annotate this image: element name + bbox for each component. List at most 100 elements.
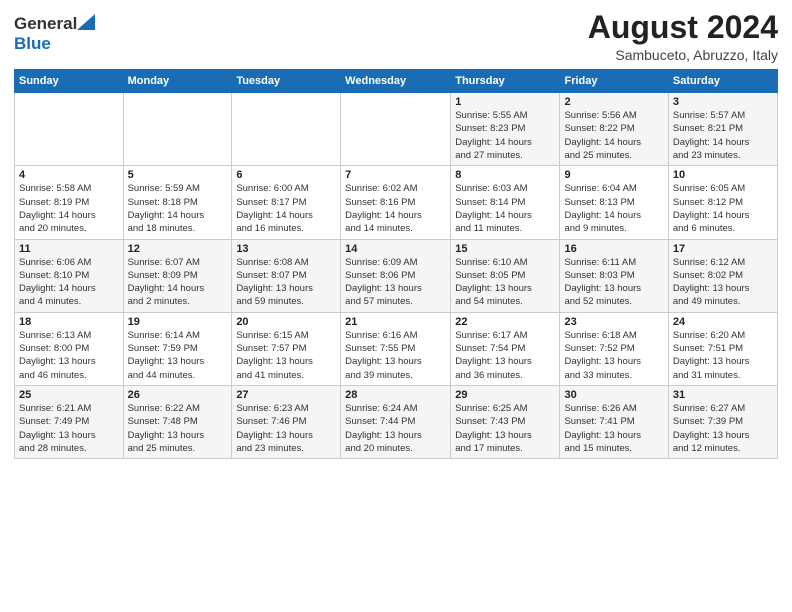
day-info: Sunrise: 6:10 AM Sunset: 8:05 PM Dayligh…	[455, 256, 555, 309]
calendar-cell: 4Sunrise: 5:58 AM Sunset: 8:19 PM Daylig…	[15, 166, 124, 239]
calendar-cell: 5Sunrise: 5:59 AM Sunset: 8:18 PM Daylig…	[123, 166, 232, 239]
calendar-week-row: 25Sunrise: 6:21 AM Sunset: 7:49 PM Dayli…	[15, 385, 778, 458]
day-header-thursday: Thursday	[451, 70, 560, 93]
day-info: Sunrise: 6:03 AM Sunset: 8:14 PM Dayligh…	[455, 182, 555, 235]
day-header-sunday: Sunday	[15, 70, 124, 93]
calendar-cell: 3Sunrise: 5:57 AM Sunset: 8:21 PM Daylig…	[668, 93, 777, 166]
day-header-tuesday: Tuesday	[232, 70, 341, 93]
day-info: Sunrise: 6:25 AM Sunset: 7:43 PM Dayligh…	[455, 402, 555, 455]
calendar-cell: 14Sunrise: 6:09 AM Sunset: 8:06 PM Dayli…	[341, 239, 451, 312]
day-info: Sunrise: 6:26 AM Sunset: 7:41 PM Dayligh…	[564, 402, 663, 455]
calendar-cell: 30Sunrise: 6:26 AM Sunset: 7:41 PM Dayli…	[560, 385, 668, 458]
day-info: Sunrise: 6:02 AM Sunset: 8:16 PM Dayligh…	[345, 182, 446, 235]
day-number: 16	[564, 243, 663, 255]
day-info: Sunrise: 6:27 AM Sunset: 7:39 PM Dayligh…	[673, 402, 773, 455]
calendar-cell: 2Sunrise: 5:56 AM Sunset: 8:22 PM Daylig…	[560, 93, 668, 166]
day-info: Sunrise: 6:09 AM Sunset: 8:06 PM Dayligh…	[345, 256, 446, 309]
title-block: August 2024 Sambuceto, Abruzzo, Italy	[588, 10, 778, 63]
day-info: Sunrise: 6:07 AM Sunset: 8:09 PM Dayligh…	[128, 256, 228, 309]
calendar-cell: 10Sunrise: 6:05 AM Sunset: 8:12 PM Dayli…	[668, 166, 777, 239]
day-header-monday: Monday	[123, 70, 232, 93]
day-number: 22	[455, 316, 555, 328]
day-info: Sunrise: 6:06 AM Sunset: 8:10 PM Dayligh…	[19, 256, 119, 309]
day-number: 28	[345, 389, 446, 401]
day-number: 29	[455, 389, 555, 401]
day-number: 7	[345, 169, 446, 181]
calendar-cell: 20Sunrise: 6:15 AM Sunset: 7:57 PM Dayli…	[232, 312, 341, 385]
day-info: Sunrise: 6:15 AM Sunset: 7:57 PM Dayligh…	[236, 329, 336, 382]
calendar-cell: 31Sunrise: 6:27 AM Sunset: 7:39 PM Dayli…	[668, 385, 777, 458]
logo: General Blue	[14, 14, 95, 53]
day-number: 18	[19, 316, 119, 328]
logo-icon	[77, 14, 95, 30]
logo-general: General	[14, 14, 77, 33]
calendar-cell: 7Sunrise: 6:02 AM Sunset: 8:16 PM Daylig…	[341, 166, 451, 239]
calendar-cell: 23Sunrise: 6:18 AM Sunset: 7:52 PM Dayli…	[560, 312, 668, 385]
calendar-cell: 26Sunrise: 6:22 AM Sunset: 7:48 PM Dayli…	[123, 385, 232, 458]
day-number: 5	[128, 169, 228, 181]
calendar-cell	[123, 93, 232, 166]
day-number: 15	[455, 243, 555, 255]
calendar-cell	[341, 93, 451, 166]
day-header-friday: Friday	[560, 70, 668, 93]
calendar-cell: 24Sunrise: 6:20 AM Sunset: 7:51 PM Dayli…	[668, 312, 777, 385]
calendar-cell: 1Sunrise: 5:55 AM Sunset: 8:23 PM Daylig…	[451, 93, 560, 166]
day-number: 12	[128, 243, 228, 255]
day-info: Sunrise: 6:05 AM Sunset: 8:12 PM Dayligh…	[673, 182, 773, 235]
day-info: Sunrise: 5:56 AM Sunset: 8:22 PM Dayligh…	[564, 109, 663, 162]
day-info: Sunrise: 6:18 AM Sunset: 7:52 PM Dayligh…	[564, 329, 663, 382]
location: Sambuceto, Abruzzo, Italy	[588, 47, 778, 63]
day-number: 31	[673, 389, 773, 401]
day-number: 8	[455, 169, 555, 181]
day-number: 25	[19, 389, 119, 401]
calendar-cell: 8Sunrise: 6:03 AM Sunset: 8:14 PM Daylig…	[451, 166, 560, 239]
day-number: 11	[19, 243, 119, 255]
day-header-wednesday: Wednesday	[341, 70, 451, 93]
day-number: 13	[236, 243, 336, 255]
day-info: Sunrise: 6:00 AM Sunset: 8:17 PM Dayligh…	[236, 182, 336, 235]
calendar-cell: 27Sunrise: 6:23 AM Sunset: 7:46 PM Dayli…	[232, 385, 341, 458]
days-of-week-row: SundayMondayTuesdayWednesdayThursdayFrid…	[15, 70, 778, 93]
page: General Blue August 2024 Sambuceto, Abru…	[0, 0, 792, 612]
day-info: Sunrise: 6:17 AM Sunset: 7:54 PM Dayligh…	[455, 329, 555, 382]
day-info: Sunrise: 6:14 AM Sunset: 7:59 PM Dayligh…	[128, 329, 228, 382]
calendar-table: SundayMondayTuesdayWednesdayThursdayFrid…	[14, 69, 778, 459]
calendar-cell: 28Sunrise: 6:24 AM Sunset: 7:44 PM Dayli…	[341, 385, 451, 458]
day-number: 30	[564, 389, 663, 401]
calendar-cell: 11Sunrise: 6:06 AM Sunset: 8:10 PM Dayli…	[15, 239, 124, 312]
day-info: Sunrise: 6:08 AM Sunset: 8:07 PM Dayligh…	[236, 256, 336, 309]
day-number: 14	[345, 243, 446, 255]
calendar-week-row: 1Sunrise: 5:55 AM Sunset: 8:23 PM Daylig…	[15, 93, 778, 166]
calendar-week-row: 18Sunrise: 6:13 AM Sunset: 8:00 PM Dayli…	[15, 312, 778, 385]
day-number: 9	[564, 169, 663, 181]
day-number: 26	[128, 389, 228, 401]
calendar-cell: 29Sunrise: 6:25 AM Sunset: 7:43 PM Dayli…	[451, 385, 560, 458]
day-number: 19	[128, 316, 228, 328]
day-info: Sunrise: 5:58 AM Sunset: 8:19 PM Dayligh…	[19, 182, 119, 235]
calendar-cell: 16Sunrise: 6:11 AM Sunset: 8:03 PM Dayli…	[560, 239, 668, 312]
calendar-cell	[15, 93, 124, 166]
calendar-week-row: 11Sunrise: 6:06 AM Sunset: 8:10 PM Dayli…	[15, 239, 778, 312]
calendar-cell: 17Sunrise: 6:12 AM Sunset: 8:02 PM Dayli…	[668, 239, 777, 312]
calendar-cell: 6Sunrise: 6:00 AM Sunset: 8:17 PM Daylig…	[232, 166, 341, 239]
day-info: Sunrise: 6:12 AM Sunset: 8:02 PM Dayligh…	[673, 256, 773, 309]
calendar-cell: 13Sunrise: 6:08 AM Sunset: 8:07 PM Dayli…	[232, 239, 341, 312]
day-info: Sunrise: 6:23 AM Sunset: 7:46 PM Dayligh…	[236, 402, 336, 455]
calendar-cell: 25Sunrise: 6:21 AM Sunset: 7:49 PM Dayli…	[15, 385, 124, 458]
day-info: Sunrise: 6:11 AM Sunset: 8:03 PM Dayligh…	[564, 256, 663, 309]
calendar-header: SundayMondayTuesdayWednesdayThursdayFrid…	[15, 70, 778, 93]
calendar-cell: 9Sunrise: 6:04 AM Sunset: 8:13 PM Daylig…	[560, 166, 668, 239]
calendar-cell: 22Sunrise: 6:17 AM Sunset: 7:54 PM Dayli…	[451, 312, 560, 385]
day-info: Sunrise: 5:59 AM Sunset: 8:18 PM Dayligh…	[128, 182, 228, 235]
day-number: 2	[564, 96, 663, 108]
calendar-cell: 12Sunrise: 6:07 AM Sunset: 8:09 PM Dayli…	[123, 239, 232, 312]
day-number: 1	[455, 96, 555, 108]
day-number: 27	[236, 389, 336, 401]
day-header-saturday: Saturday	[668, 70, 777, 93]
day-number: 6	[236, 169, 336, 181]
day-number: 23	[564, 316, 663, 328]
calendar-cell: 15Sunrise: 6:10 AM Sunset: 8:05 PM Dayli…	[451, 239, 560, 312]
calendar-cell: 19Sunrise: 6:14 AM Sunset: 7:59 PM Dayli…	[123, 312, 232, 385]
month-year: August 2024	[588, 10, 778, 45]
header: General Blue August 2024 Sambuceto, Abru…	[14, 10, 778, 63]
